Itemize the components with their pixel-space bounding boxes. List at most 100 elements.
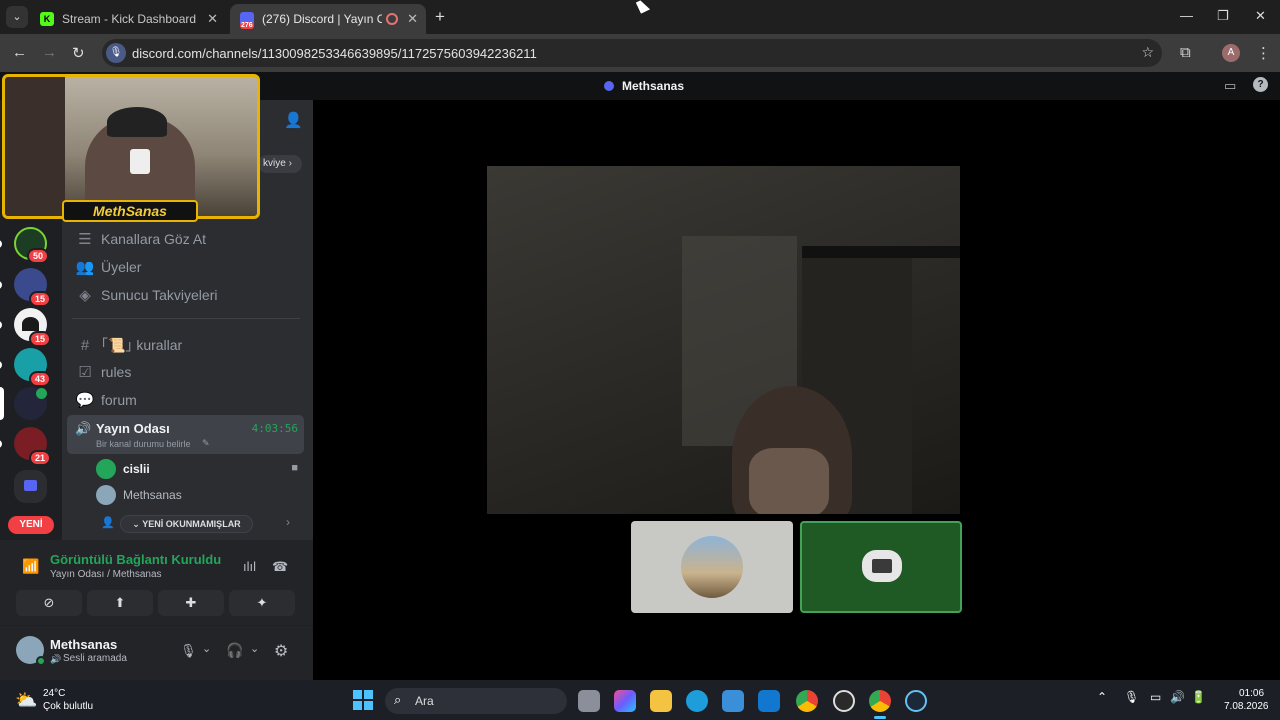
screen-share-icon: ⬆	[114, 595, 126, 610]
taskbar-search[interactable]: ⌕ Ara	[385, 688, 567, 714]
text-channel-icon: #	[80, 336, 90, 354]
reload-icon[interactable]: ↻	[72, 44, 85, 62]
voice-member-cislii[interactable]: cislii ■	[96, 459, 302, 481]
steam-icon[interactable]	[905, 690, 927, 712]
voice-channel-active[interactable]: 🔊 Yayın Odası 4:03:56 Bir kanal durumu b…	[67, 415, 304, 454]
channel-kurallar[interactable]: # ｢📜｣ kurallar	[75, 335, 182, 355]
cup	[130, 149, 150, 174]
boost-link[interactable]: kviye ›	[258, 155, 302, 173]
menu-dots-icon[interactable]: ⋮	[1256, 44, 1271, 62]
add-member-icon[interactable]: 👤	[101, 516, 115, 529]
task-view-icon[interactable]	[578, 690, 600, 712]
profile-avatar[interactable]: A	[1222, 44, 1240, 62]
participant-tile-methsanas[interactable]	[631, 521, 793, 613]
tray-battery-icon[interactable]: 🔋	[1191, 690, 1206, 704]
headphones-chevron-icon[interactable]: ⌄	[250, 642, 259, 655]
streamer-name-plate: MethSanas	[62, 200, 198, 222]
user-avatar[interactable]	[16, 636, 46, 666]
user-status-icon: 🔊	[50, 654, 62, 664]
screen-share-button[interactable]: ⬆	[87, 590, 153, 616]
server-icon[interactable]: 43	[14, 348, 51, 387]
voice-member-methsanas[interactable]: Methsanas	[96, 485, 302, 507]
channel-rules[interactable]: ☑ rules	[75, 363, 131, 381]
settings-gear-icon[interactable]: ⚙	[274, 641, 288, 661]
connection-location[interactable]: Yayın Odası / Methsanas	[50, 569, 162, 580]
extensions-icon[interactable]: ⧉	[1180, 44, 1191, 61]
voice-channel-icon: 🔊	[75, 421, 92, 436]
streamer-webcam-overlay	[2, 74, 260, 219]
windows-taskbar	[0, 680, 1280, 720]
headphones-icon[interactable]: 🎧	[226, 642, 243, 659]
channel-forum[interactable]: 💬 forum	[75, 391, 137, 409]
copilot-icon[interactable]	[614, 690, 636, 712]
bookmark-star-icon[interactable]: ☆	[1141, 44, 1154, 61]
edge-icon[interactable]	[686, 690, 708, 712]
restore-icon[interactable]: ❐	[1217, 8, 1229, 24]
active-app-indicator	[874, 716, 886, 719]
address-bar[interactable]: 🎙 discord.com/channels/11300982533466398…	[102, 39, 1162, 67]
server-icon[interactable]: 15	[14, 268, 51, 307]
microphone-icon[interactable]: 🎙	[180, 643, 197, 659]
mic-chevron-icon[interactable]: ⌄	[202, 642, 211, 655]
shelf	[802, 246, 960, 258]
weather-icon[interactable]: ⛅	[15, 690, 37, 711]
site-info-icon[interactable]: 🎙	[106, 43, 126, 63]
menu-browse-channels[interactable]: ☰ Kanallara Göz At	[75, 230, 206, 248]
menu-label: Kanallara Göz At	[101, 231, 207, 247]
server-icon[interactable]: 21	[14, 427, 51, 466]
discord-title-bar: Methsanas ▭ ?	[313, 72, 1280, 100]
menu-server-boosts[interactable]: ◈ Sunucu Takviyeleri	[75, 286, 217, 304]
store-icon[interactable]	[722, 690, 744, 712]
back-icon[interactable]: ←	[12, 44, 27, 61]
obs-icon[interactable]	[833, 690, 855, 712]
start-icon[interactable]	[353, 690, 373, 710]
server-icon[interactable]: 50	[14, 227, 49, 264]
discord-icon: 276	[240, 12, 254, 29]
menu-label: Sunucu Takviyeleri	[101, 287, 218, 303]
channel-status-hint[interactable]: Bir kanal durumu belirle	[96, 439, 191, 449]
weather-temp[interactable]: 24°C	[43, 688, 65, 699]
file-explorer-icon[interactable]	[650, 690, 672, 712]
inbox-icon[interactable]: ▭	[1224, 78, 1236, 94]
close-tab-icon[interactable]: ✕	[207, 11, 218, 27]
close-tab-icon[interactable]: ✕	[407, 11, 418, 27]
participant-tile-cislii[interactable]	[800, 521, 962, 613]
tray-mic-icon[interactable]: 🎙	[1124, 690, 1139, 704]
forum-channel-icon: 💬	[75, 392, 95, 409]
close-window-icon[interactable]: ✕	[1255, 8, 1266, 24]
activities-button[interactable]: ✚	[158, 590, 224, 616]
noise-suppression-icon[interactable]: ılıl	[243, 559, 256, 574]
disconnect-icon[interactable]: ☎	[272, 559, 288, 575]
boost-icon: ◈	[79, 287, 91, 304]
tab-list-chevron-icon[interactable]: ⌄	[6, 6, 28, 28]
tray-chevron-icon[interactable]: ⌃	[1097, 690, 1107, 704]
tab-discord[interactable]: 276 (276) Discord | Yayın Odası ✕	[230, 4, 426, 34]
new-unreads-button[interactable]: ⌄ YENİ OKUNMAMIŞLAR	[120, 515, 253, 533]
weather-desc[interactable]: Çok bulutlu	[43, 701, 93, 712]
outlook-icon[interactable]	[758, 690, 780, 712]
minimize-icon[interactable]: —	[1180, 8, 1193, 23]
camera-off-button[interactable]: ⊘	[16, 590, 82, 616]
title-bar-text: Methsanas	[622, 79, 685, 93]
connection-status[interactable]: Görüntülü Bağlantı Kuruldu	[50, 552, 221, 567]
help-icon[interactable]: ?	[1253, 77, 1268, 92]
chrome-active-icon[interactable]	[869, 690, 891, 712]
clock-date[interactable]: 7.08.2026	[1224, 701, 1269, 712]
menu-members[interactable]: 👥 Üyeler	[75, 258, 142, 276]
main-video-stream[interactable]	[487, 166, 960, 514]
invite-icon[interactable]: 👤	[284, 111, 303, 129]
chevron-right-icon[interactable]: ›	[286, 515, 290, 529]
avatar	[681, 536, 743, 598]
tray-volume-icon[interactable]: 🔊	[1170, 690, 1185, 704]
soundboard-button[interactable]: ✦	[229, 590, 295, 616]
new-tab-icon[interactable]: +	[435, 7, 445, 27]
chrome-icon[interactable]	[796, 690, 818, 712]
tab-kick-dashboard[interactable]: K Stream - Kick Dashboard ✕	[30, 4, 226, 34]
folder-icon[interactable]	[14, 470, 47, 503]
forward-icon[interactable]: →	[42, 44, 57, 61]
server-icon[interactable]: 15	[14, 308, 51, 347]
new-unread-pill[interactable]: YENİ	[8, 516, 54, 534]
tray-network-icon[interactable]: ▭	[1150, 690, 1161, 704]
clock-time[interactable]: 01:06	[1239, 688, 1264, 699]
user-status: Sesli aramada	[63, 653, 127, 664]
